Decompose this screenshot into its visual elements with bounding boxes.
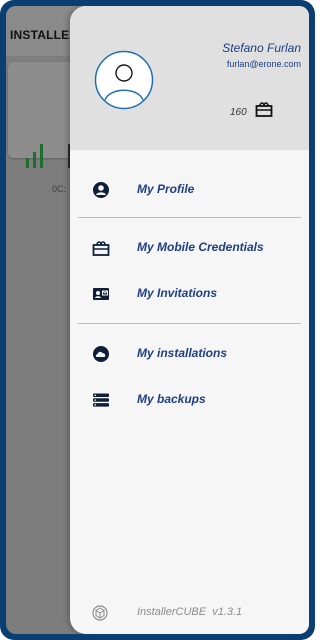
drawer-header: Stefano Furlan furlan@erone.com 160 xyxy=(70,6,309,150)
cube-logo-icon xyxy=(92,605,108,621)
menu-item-label: My Mobile Credentials xyxy=(137,240,264,254)
credential-ticket-icon xyxy=(92,241,110,256)
credits-count: 160 xyxy=(230,107,247,118)
menu-item-my-invitations[interactable]: My Invitations xyxy=(70,274,309,314)
screen: INSTALLEF 0C: Stefano Furlan furlan@eron… xyxy=(6,6,309,634)
device-frame: INSTALLEF 0C: Stefano Furlan furlan@eron… xyxy=(0,0,315,640)
background-device-id: 0C: xyxy=(52,184,67,194)
menu-item-label: My installations xyxy=(137,346,228,360)
cloud-icon xyxy=(93,346,109,362)
invitation-card-icon xyxy=(93,288,109,300)
menu-item-my-mobile-credentials[interactable]: My Mobile Credentials xyxy=(70,228,309,268)
menu-divider xyxy=(78,323,301,324)
menu-item-my-backups[interactable]: My backups xyxy=(70,380,309,420)
menu-item-label: My Profile xyxy=(137,182,195,196)
avatar-icon[interactable] xyxy=(94,50,154,110)
signal-strength-icon xyxy=(26,144,43,168)
app-version-label: InstallerCUBE v1.3.1 xyxy=(137,606,243,618)
menu-divider xyxy=(78,217,301,218)
menu-item-my-profile[interactable]: My Profile xyxy=(70,170,309,210)
user-email: furlan@erone.com xyxy=(226,59,301,69)
menu-item-label: My backups xyxy=(137,392,206,406)
account-circle-icon xyxy=(93,182,109,198)
menu-item-label: My Invitations xyxy=(137,286,218,300)
credits-ticket-icon xyxy=(255,102,273,117)
menu-item-my-installations[interactable]: My installations xyxy=(70,334,309,374)
navigation-drawer: Stefano Furlan furlan@erone.com 160 My P… xyxy=(70,6,309,634)
background-app-title: INSTALLEF xyxy=(10,28,77,42)
storage-icon xyxy=(93,393,109,407)
user-name: Stefano Furlan xyxy=(222,41,301,55)
